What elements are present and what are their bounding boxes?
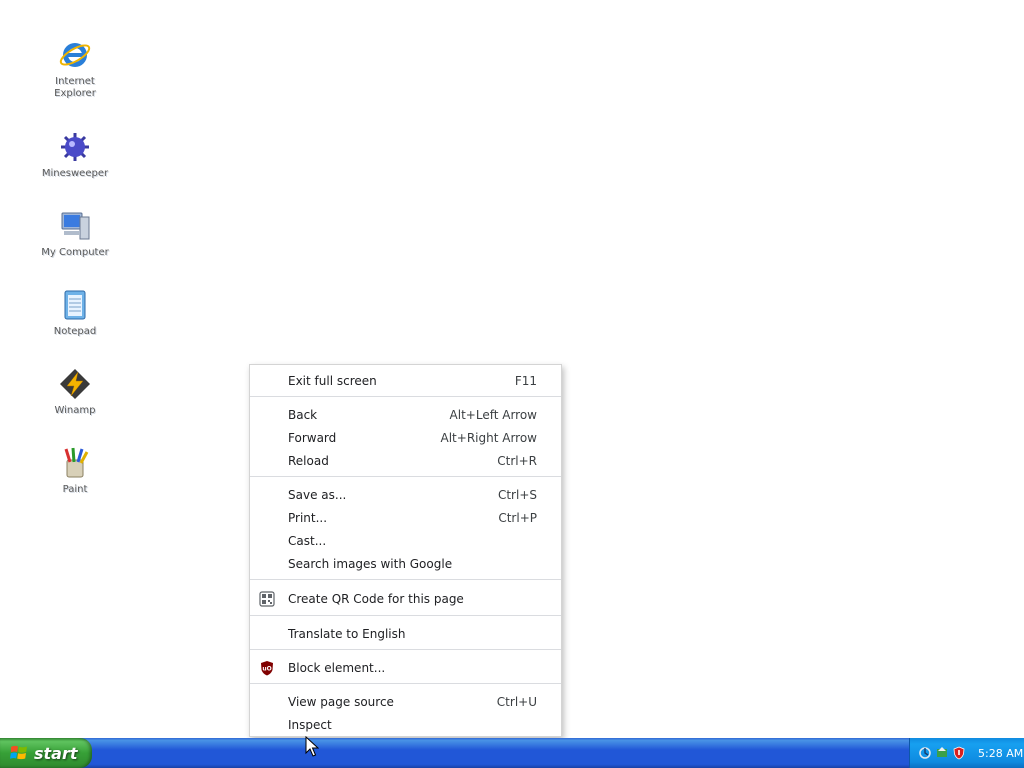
- notepad-icon: [64, 290, 86, 320]
- taskbar: start 5:28 AM: [0, 738, 1024, 768]
- qr-code-icon: [259, 591, 275, 607]
- start-label: start: [34, 743, 78, 763]
- security-shield-icon[interactable]: [952, 746, 966, 760]
- menu-item-translate[interactable]: Translate to English: [250, 622, 561, 645]
- svg-text:uO: uO: [262, 666, 271, 673]
- internet-explorer-icon: [59, 43, 91, 67]
- menu-item-label: Reload: [288, 453, 329, 468]
- desktop-icon-label: Internet Explorer: [54, 76, 96, 99]
- desktop-icon-label: Paint: [62, 484, 88, 495]
- clock[interactable]: 5:28 AM: [978, 747, 1023, 760]
- my-computer-icon: [61, 212, 90, 240]
- minesweeper-icon: [61, 133, 89, 161]
- winamp-icon: [60, 369, 90, 399]
- desktop-icon-notepad[interactable]: Notepad: [30, 288, 120, 338]
- menu-item-forward[interactable]: Forward Alt+Right Arrow: [250, 426, 561, 449]
- menu-item-shortcut: Ctrl+S: [497, 487, 537, 502]
- network-icon[interactable]: [918, 746, 932, 760]
- ublock-origin-icon: uO: [261, 661, 273, 676]
- desktop-icon-minesweeper[interactable]: Minesweeper: [30, 130, 120, 180]
- menu-item-search-images-google[interactable]: Search images with Google: [250, 552, 561, 575]
- menu-separator: [250, 476, 561, 477]
- desktop-icon-winamp[interactable]: Winamp: [30, 367, 120, 417]
- menu-item-shortcut: Ctrl+R: [497, 453, 537, 468]
- desktop-icon-label: Winamp: [54, 405, 96, 416]
- menu-item-view-page-source[interactable]: View page source Ctrl+U: [250, 690, 561, 713]
- desktop-icon-label: Notepad: [53, 326, 97, 337]
- menu-item-block-element[interactable]: uO Block element...: [250, 656, 561, 679]
- menu-item-print[interactable]: Print... Ctrl+P: [250, 506, 561, 529]
- menu-item-label: Inspect: [288, 717, 332, 732]
- menu-item-shortcut: Ctrl+P: [498, 510, 537, 525]
- update-icon[interactable]: [935, 746, 949, 760]
- menu-item-label: Search images with Google: [288, 556, 453, 571]
- menu-item-create-qr-code[interactable]: Create QR Code for this page: [250, 587, 561, 610]
- menu-item-back[interactable]: Back Alt+Left Arrow: [250, 403, 561, 426]
- menu-item-cast[interactable]: Cast...: [250, 529, 561, 552]
- menu-item-label: Save as...: [288, 487, 347, 502]
- menu-item-shortcut: Alt+Left Arrow: [449, 407, 537, 422]
- menu-item-label: Block element...: [288, 660, 386, 675]
- paint-icon: [64, 447, 89, 478]
- mouse-cursor-icon: [305, 736, 319, 757]
- menu-item-label: Create QR Code for this page: [288, 591, 464, 606]
- desktop-icon-label: Minesweeper: [41, 168, 109, 179]
- start-button[interactable]: start: [0, 738, 92, 768]
- menu-separator: [250, 396, 561, 397]
- menu-separator: [250, 649, 561, 650]
- menu-item-label: Back: [288, 407, 318, 422]
- menu-item-label: Forward: [288, 430, 337, 445]
- menu-separator: [250, 615, 561, 616]
- menu-item-label: Cast...: [288, 533, 327, 548]
- context-menu: Exit full screen F11 Back Alt+Left Arrow…: [249, 364, 562, 737]
- menu-item-shortcut: Alt+Right Arrow: [440, 430, 537, 445]
- menu-separator: [250, 683, 561, 684]
- windows-logo-icon: [10, 745, 27, 760]
- menu-separator: [250, 579, 561, 580]
- menu-item-label: View page source: [288, 694, 394, 709]
- desktop-icon-paint[interactable]: Paint: [30, 446, 120, 496]
- menu-item-reload[interactable]: Reload Ctrl+R: [250, 449, 561, 472]
- menu-item-shortcut: F11: [514, 373, 537, 388]
- menu-item-inspect[interactable]: Inspect: [250, 713, 561, 736]
- menu-item-shortcut: Ctrl+U: [496, 694, 537, 709]
- desktop-icon-label: My Computer: [41, 247, 109, 258]
- menu-item-label: Exit full screen: [288, 373, 377, 388]
- menu-item-save-as[interactable]: Save as... Ctrl+S: [250, 483, 561, 506]
- desktop-icon-internet-explorer[interactable]: Internet Explorer: [30, 38, 120, 100]
- menu-item-exit-full-screen[interactable]: Exit full screen F11: [250, 369, 561, 392]
- system-tray: 5:28 AM: [909, 738, 1024, 768]
- menu-item-label: Print...: [288, 510, 328, 525]
- menu-item-label: Translate to English: [288, 626, 406, 641]
- desktop-icon-my-computer[interactable]: My Computer: [30, 209, 120, 259]
